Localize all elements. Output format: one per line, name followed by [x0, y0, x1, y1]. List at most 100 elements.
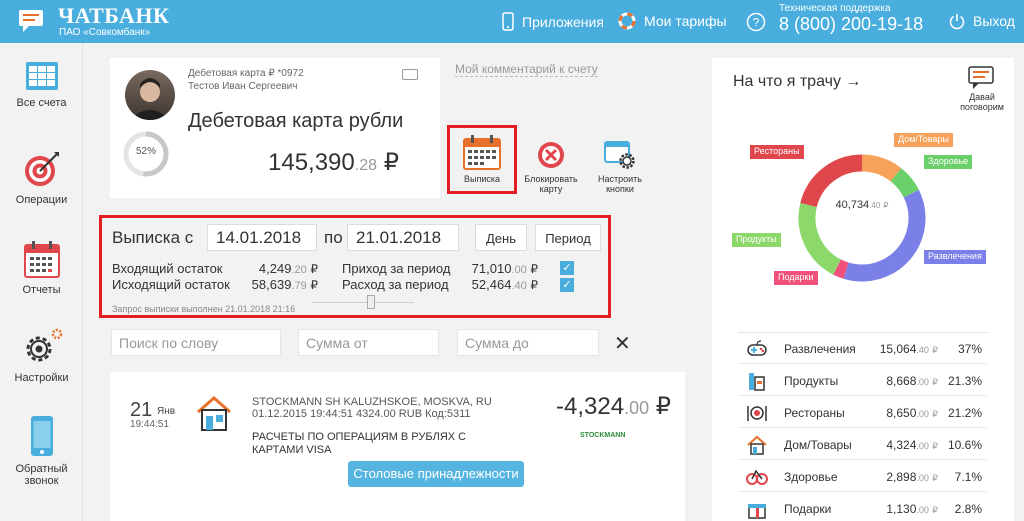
block-card-label: Блокировать карту — [524, 174, 578, 194]
gear-icon — [26, 328, 62, 362]
category-row[interactable]: Дом/Товары 4,324.00 ₽ 10.6% — [738, 429, 988, 460]
sidebar-item-accounts[interactable]: Все счета — [0, 61, 83, 109]
sidebar-item-settings[interactable]: Настройки — [0, 328, 83, 384]
chat-logo-icon — [19, 10, 43, 32]
transaction-category-tag[interactable]: Столовые принадлежности — [348, 461, 524, 487]
closing-balance-label: Исходящий остаток — [112, 277, 230, 292]
phone-icon — [30, 416, 53, 456]
donut-slice-health — [890, 168, 919, 198]
sidebar-item-label: Операции — [15, 194, 68, 206]
support-phone[interactable]: 8 (800) 200-19-18 — [779, 14, 923, 35]
nav-tariffs[interactable]: Мои тарифы — [618, 12, 727, 30]
restaurant-icon — [747, 406, 767, 421]
category-name: Развлечения — [784, 342, 856, 356]
groceries-icon — [749, 373, 765, 391]
merchant-logo: STOCKMANN — [580, 432, 626, 439]
transaction-month: Янв — [157, 406, 176, 417]
chart-label-groceries: Продукты — [732, 233, 781, 247]
spending-donut-chart — [798, 154, 926, 282]
chart-label-health: Здоровье — [924, 155, 973, 169]
transaction-item[interactable]: 21 Янв 19:44:51 STOCKMANN SH KALUZHSKOE,… — [110, 372, 685, 521]
category-row[interactable]: Подарки 1,130.00 ₽ 2.8% — [738, 493, 988, 521]
configure-buttons-button[interactable]: Настроить кнопки — [587, 140, 653, 194]
statement-button[interactable]: Выписка — [447, 125, 517, 194]
sidebar-item-operations[interactable]: Операции — [0, 150, 83, 206]
donut-slice-groceries — [798, 202, 842, 275]
sidebar-item-label: Все счета — [16, 97, 67, 109]
income-label: Приход за период — [342, 261, 451, 276]
search-input[interactable]: Поиск по слову — [111, 329, 281, 356]
chart-label-gifts: Подарки — [774, 271, 818, 285]
chart-label-restaurants: Рестораны — [750, 145, 804, 159]
card-holder: Тестов Иван Сергеевич — [188, 81, 298, 92]
chart-label-entertainment: Развлечения — [924, 250, 986, 264]
brand-subtitle: ПАО «Совкомбанк» — [59, 27, 151, 38]
card-icon — [402, 69, 418, 80]
sidebar-item-callback[interactable]: Обратный звонок — [0, 415, 83, 487]
category-row[interactable]: Развлечения 15,064.40 ₽ 37% — [738, 333, 988, 364]
category-row[interactable]: Здоровье 2,898.00 ₽ 7.1% — [738, 461, 988, 492]
statement-from-label: Выписка с — [112, 228, 194, 247]
category-row[interactable]: Рестораны 8,650.00 ₽ 21.2% — [738, 397, 988, 428]
sidebar-item-label: Обратный звонок — [15, 463, 68, 487]
expense-value: 52,464.40 ₽ — [471, 277, 538, 292]
period-slider-handle[interactable] — [367, 295, 375, 309]
brand-name[interactable]: ЧАТБАНК — [58, 3, 169, 29]
transaction-amount: -4,324.00 ₽ — [556, 393, 672, 420]
account-card[interactable]: Дебетовая карта ₽ *0972 Тестов Иван Серг… — [110, 58, 440, 198]
spending-panel: На что я трачу → Давай поговорим 40,734.… — [712, 58, 1014, 521]
house-icon — [747, 435, 767, 455]
exit-label: Выход — [973, 13, 1015, 29]
category-row[interactable]: Продукты 8,668.00 ₽ 21.3% — [738, 365, 988, 396]
category-name: Подарки — [784, 502, 832, 516]
sum-from-input[interactable]: Сумма от — [298, 329, 439, 356]
category-percent: 10.6% — [947, 438, 982, 452]
statement-timestamp: Запрос выписки выполнен 21.01.2018 21:16 — [112, 304, 296, 314]
category-sum: 2,898.00 ₽ — [886, 470, 938, 484]
smartphone-icon — [502, 12, 514, 31]
chart-label-home: Дом/Товары — [894, 133, 953, 147]
date-from-input[interactable]: 14.01.2018 — [207, 224, 317, 251]
block-card-button[interactable]: Блокировать карту — [518, 140, 584, 194]
day-button[interactable]: День — [475, 224, 527, 251]
sum-to-input[interactable]: Сумма до — [457, 329, 599, 356]
chat-help-button[interactable]: Давай поговорим — [950, 66, 1014, 112]
nav-apps[interactable]: Приложения — [502, 12, 604, 31]
target-icon — [24, 152, 59, 186]
category-percent: 21.3% — [947, 374, 982, 388]
svg-text:?: ? — [753, 16, 760, 30]
calendar-icon — [463, 135, 501, 170]
donut-slice-gift — [833, 259, 849, 279]
category-sum: 15,064.40 ₽ — [879, 342, 938, 356]
block-icon — [538, 142, 564, 168]
transaction-description: STOCKMANN SH KALUZHSKOE, MOSKVA, RU 01.12… — [252, 396, 492, 420]
income-value: 71,010.00 ₽ — [471, 261, 538, 276]
chat-help-label: Давай поговорим — [960, 92, 1004, 112]
expense-checkbox[interactable]: ✓ — [560, 278, 574, 292]
avatar — [125, 70, 175, 120]
top-bar: ЧАТБАНК ПАО «Совкомбанк» Приложения Мои … — [0, 0, 1024, 43]
period-slider-track[interactable] — [312, 302, 414, 303]
category-name: Здоровье — [784, 470, 838, 484]
category-name: Дом/Товары — [784, 438, 852, 452]
category-sum: 1,130.00 ₽ — [886, 502, 938, 516]
category-name: Продукты — [784, 374, 839, 388]
transaction-note: РАСЧЕТЫ ПО ОПЕРАЦИЯМ В РУБЛЯХ С КАРТАМИ V… — [252, 431, 467, 456]
income-checkbox[interactable]: ✓ — [560, 261, 574, 275]
sidebar-item-label: Отчеты — [22, 284, 61, 296]
date-to-input[interactable]: 21.01.2018 — [347, 224, 459, 251]
closing-balance-value: 58,639.79 ₽ — [251, 277, 318, 292]
sidebar-item-reports[interactable]: Отчеты — [0, 240, 83, 296]
account-title: Дебетовая карта рубли — [188, 110, 404, 132]
clear-filters-icon[interactable]: ✕ — [614, 331, 631, 356]
account-comment-link[interactable]: Мой комментарий к счету — [455, 62, 598, 77]
nav-tariffs-label: Мои тарифы — [644, 13, 727, 29]
exit-button[interactable]: Выход — [948, 12, 1015, 30]
account-balance: 145,390.28 ₽ — [268, 149, 399, 176]
category-name: Рестораны — [784, 406, 845, 420]
window-gear-icon — [604, 141, 635, 169]
period-button[interactable]: Период — [535, 224, 601, 251]
spending-title[interactable]: На что я трачу → — [733, 73, 861, 91]
house-icon — [197, 396, 231, 431]
card-number: Дебетовая карта ₽ *0972 — [188, 68, 304, 79]
